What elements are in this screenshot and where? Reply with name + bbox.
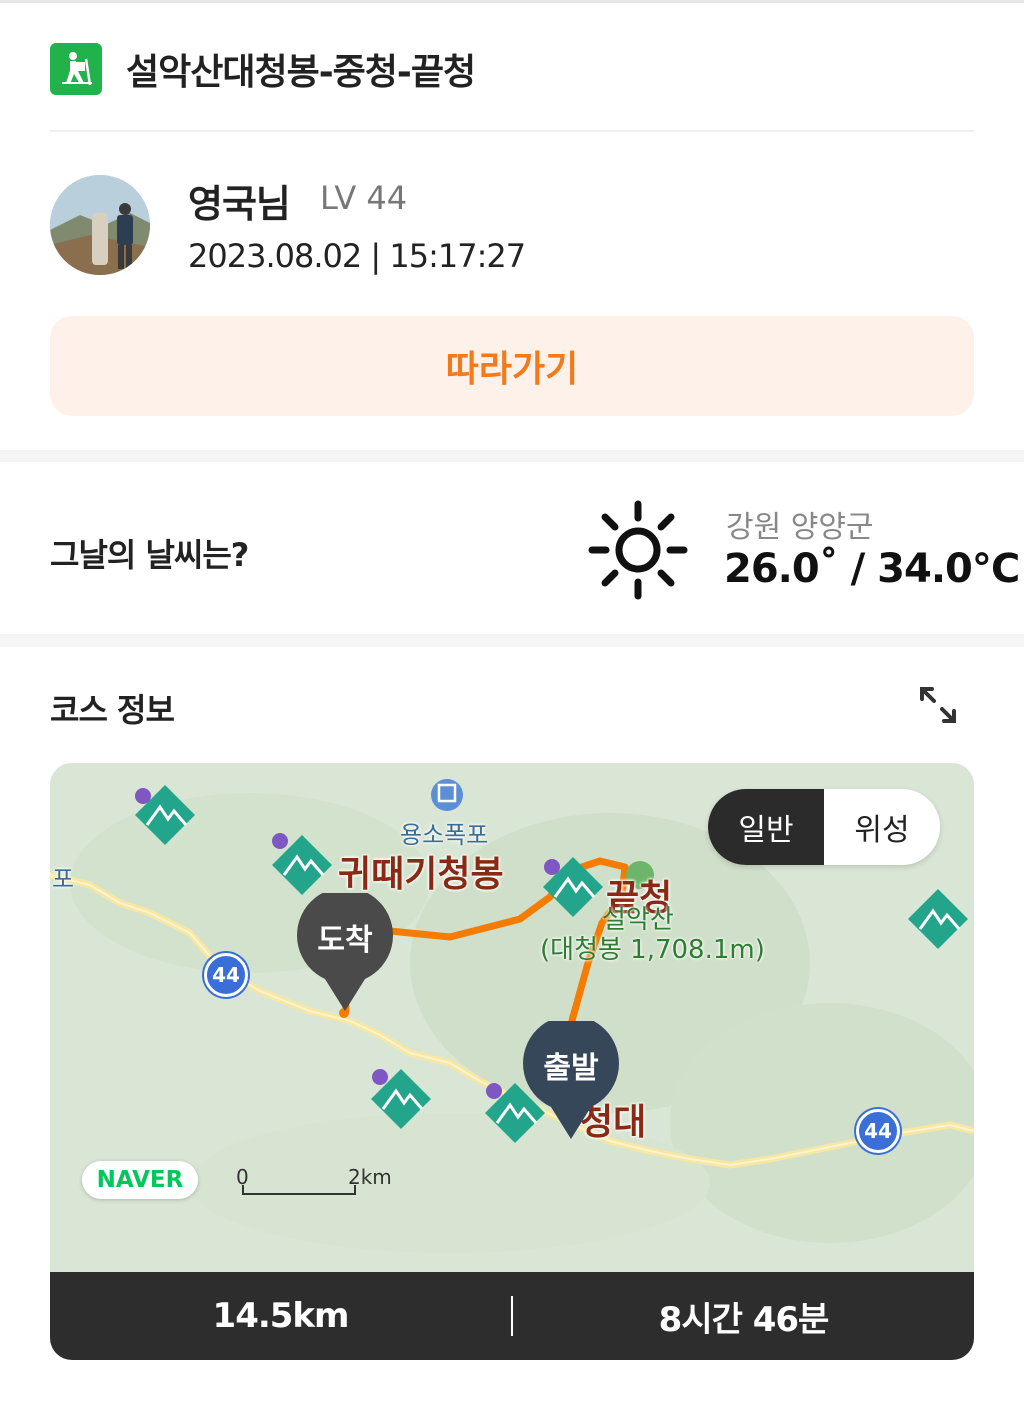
- map-type-toggle[interactable]: 일반 위성: [708, 789, 940, 865]
- route-number-badge: 44: [856, 1109, 900, 1153]
- divider: [50, 130, 974, 132]
- course-name: 설악산대청봉-중청-끝청: [126, 52, 476, 93]
- weather-region: 강원 양양군: [726, 510, 874, 545]
- course-map[interactable]: 용소폭포 귀때기청봉 끝청 설악산 (대청봉 1,708.1m) 청대 포 44…: [50, 763, 974, 1273]
- weather-temperature: 26.0˚ / 34.0℃: [724, 546, 1020, 592]
- end-pin-label: 도착: [317, 923, 373, 958]
- sun-icon: [588, 500, 688, 600]
- map-scale-bar: [242, 1185, 356, 1195]
- map-satellite-button[interactable]: 위성: [824, 789, 940, 865]
- hiker-icon: [50, 43, 102, 95]
- naver-logo: NAVER: [82, 1161, 198, 1199]
- user-level: LV 44: [320, 179, 408, 217]
- expand-icon[interactable]: [914, 681, 962, 729]
- user-name[interactable]: 영국님: [188, 173, 291, 228]
- edge-label: 포: [52, 865, 75, 893]
- course-card: 코스 정보 용소폭포 귀때기청봉 끝청 설악산 (대청봉 1,708.1m) 청…: [0, 647, 1024, 1404]
- duration-value: 8시간 46분: [658, 1299, 830, 1340]
- distance-value: 14.5km: [212, 1296, 350, 1336]
- end-pin[interactable]: 도착: [295, 887, 395, 1013]
- start-pin-label: 출발: [543, 1051, 599, 1086]
- follow-button[interactable]: 따라가기: [50, 316, 974, 416]
- course-info-title: 코스 정보: [50, 691, 175, 729]
- course-title-row: 설악산대청봉-중청-끝청: [50, 41, 476, 97]
- header-card: 설악산대청봉-중청-끝청 영국님 LV 44 2023.08.02 | 15:1…: [0, 0, 1024, 450]
- summit-label: (대청봉 1,708.1m): [540, 935, 765, 965]
- route-number-badge: 44: [204, 953, 248, 997]
- peak-label-left: 귀때기청봉: [338, 854, 504, 895]
- course-stats-bar: 14.5km 8시간 46분: [50, 1272, 974, 1360]
- avatar[interactable]: [50, 175, 150, 275]
- weather-question: 그날의 날씨는?: [50, 536, 249, 574]
- hike-datetime: 2023.08.02 | 15:17:27: [188, 237, 526, 275]
- weather-card: 그날의 날씨는? 강원 양양군 26.0˚ / 34.0℃: [0, 462, 1024, 634]
- map-normal-button[interactable]: 일반: [708, 789, 824, 865]
- start-pin[interactable]: 출발: [521, 1015, 621, 1141]
